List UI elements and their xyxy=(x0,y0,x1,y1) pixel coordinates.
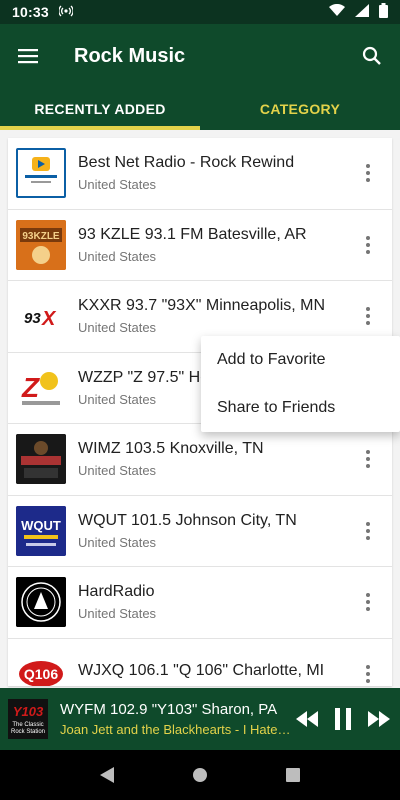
list-item[interactable]: 93KZLE 93 KZLE 93.1 FM Batesville, AR Un… xyxy=(8,210,392,281)
station-country: United States xyxy=(78,606,157,622)
more-options-icon[interactable] xyxy=(348,225,388,265)
system-navigation-bar xyxy=(0,750,400,800)
now-playing-station: WYFM 102.9 "Y103" Sharon, PA xyxy=(60,701,278,718)
now-playing-track: Joan Jett and the Blackhearts - I Hate M… xyxy=(60,722,292,737)
station-name: WIMZ 103.5 Knoxville, TN xyxy=(78,440,264,458)
signal-icon xyxy=(355,4,369,20)
player-logo-brand: Y103 xyxy=(13,704,44,719)
tab-recently-added[interactable]: RECENTLY ADDED xyxy=(0,88,200,130)
app-bar: Rock Music xyxy=(0,24,400,88)
station-name: 93 KZLE 93.1 FM Batesville, AR xyxy=(78,225,307,243)
recents-icon[interactable] xyxy=(273,755,313,795)
more-options-icon[interactable] xyxy=(348,654,388,686)
z975-logo: Z xyxy=(16,362,66,413)
station-country: United States xyxy=(78,534,157,550)
station-options-menu: Add to Favorite Share to Friends xyxy=(201,336,400,432)
rewind-icon[interactable] xyxy=(292,699,322,739)
list-item[interactable]: Best Net Radio - Rock Rewind United Stat… xyxy=(8,138,392,210)
station-name: Best Net Radio - Rock Rewind xyxy=(78,154,295,172)
add-to-favorite-menu-item[interactable]: Add to Favorite xyxy=(201,336,400,384)
share-to-friends-menu-item[interactable]: Share to Friends xyxy=(201,384,400,432)
station-name: HardRadio xyxy=(78,583,155,601)
wimz-logo xyxy=(16,434,66,485)
list-item[interactable]: WIMZ 103.5 Knoxville, TN United States xyxy=(8,424,392,496)
station-name: KXXR 93.7 "93X" Minneapolis, MN xyxy=(78,297,326,315)
status-bar: 10:33 xyxy=(0,0,400,24)
station-name: WJXQ 106.1 "Q 106" Charlotte, MI xyxy=(78,662,325,680)
player-logo-line: Rock Station xyxy=(11,729,45,735)
svg-text:X: X xyxy=(41,308,57,330)
svg-text:93KZLE: 93KZLE xyxy=(22,231,60,242)
93x-logo: 93 X xyxy=(16,291,66,342)
list-item[interactable]: Q106 WJXQ 106.1 "Q 106" Charlotte, MI xyxy=(8,639,392,686)
page-title: Rock Music xyxy=(74,44,186,67)
more-options-icon[interactable] xyxy=(348,153,388,193)
more-options-icon[interactable] xyxy=(348,582,388,622)
more-options-icon[interactable] xyxy=(348,439,388,479)
list-item[interactable]: WQUT WQUT 101.5 Johnson City, TN United … xyxy=(8,496,392,567)
list-item[interactable]: HardRadio United States xyxy=(8,567,392,639)
player-logo-line: The Classic xyxy=(12,722,43,728)
hamburger-menu-icon[interactable] xyxy=(0,28,56,84)
svg-text:WQUT: WQUT xyxy=(21,518,61,533)
tab-category[interactable]: CATEGORY xyxy=(200,88,400,130)
svg-text:93: 93 xyxy=(24,310,41,327)
station-country: United States xyxy=(78,463,157,479)
search-icon[interactable] xyxy=(344,28,400,84)
station-country: United States xyxy=(78,248,157,264)
home-icon[interactable] xyxy=(180,755,220,795)
kzle-logo: 93KZLE xyxy=(16,219,66,270)
radio-broadcast-icon xyxy=(58,5,74,20)
pause-icon[interactable] xyxy=(328,699,358,739)
wifi-icon xyxy=(329,3,345,20)
station-country: United States xyxy=(78,177,157,193)
more-options-icon[interactable] xyxy=(348,296,388,336)
status-time: 10:33 xyxy=(12,4,49,20)
station-country: United States xyxy=(78,320,157,336)
q106-logo: Q106 xyxy=(16,648,66,686)
fast-forward-icon[interactable] xyxy=(364,699,394,739)
back-icon[interactable] xyxy=(87,755,127,795)
wqut-logo: WQUT xyxy=(16,505,66,556)
y103-logo: Y103 The Classic Rock Station xyxy=(8,699,48,739)
more-options-icon[interactable] xyxy=(348,511,388,551)
tab-bar: RECENTLY ADDED CATEGORY xyxy=(0,88,400,130)
station-name: WQUT 101.5 Johnson City, TN xyxy=(78,511,297,529)
svg-text:Q106: Q106 xyxy=(24,666,58,682)
battery-icon xyxy=(379,3,388,21)
hardradio-logo xyxy=(16,577,66,628)
mini-player[interactable]: Y103 The Classic Rock Station WYFM 102.9… xyxy=(0,688,400,750)
best-net-radio-logo xyxy=(16,148,66,199)
svg-text:Z: Z xyxy=(21,372,40,403)
